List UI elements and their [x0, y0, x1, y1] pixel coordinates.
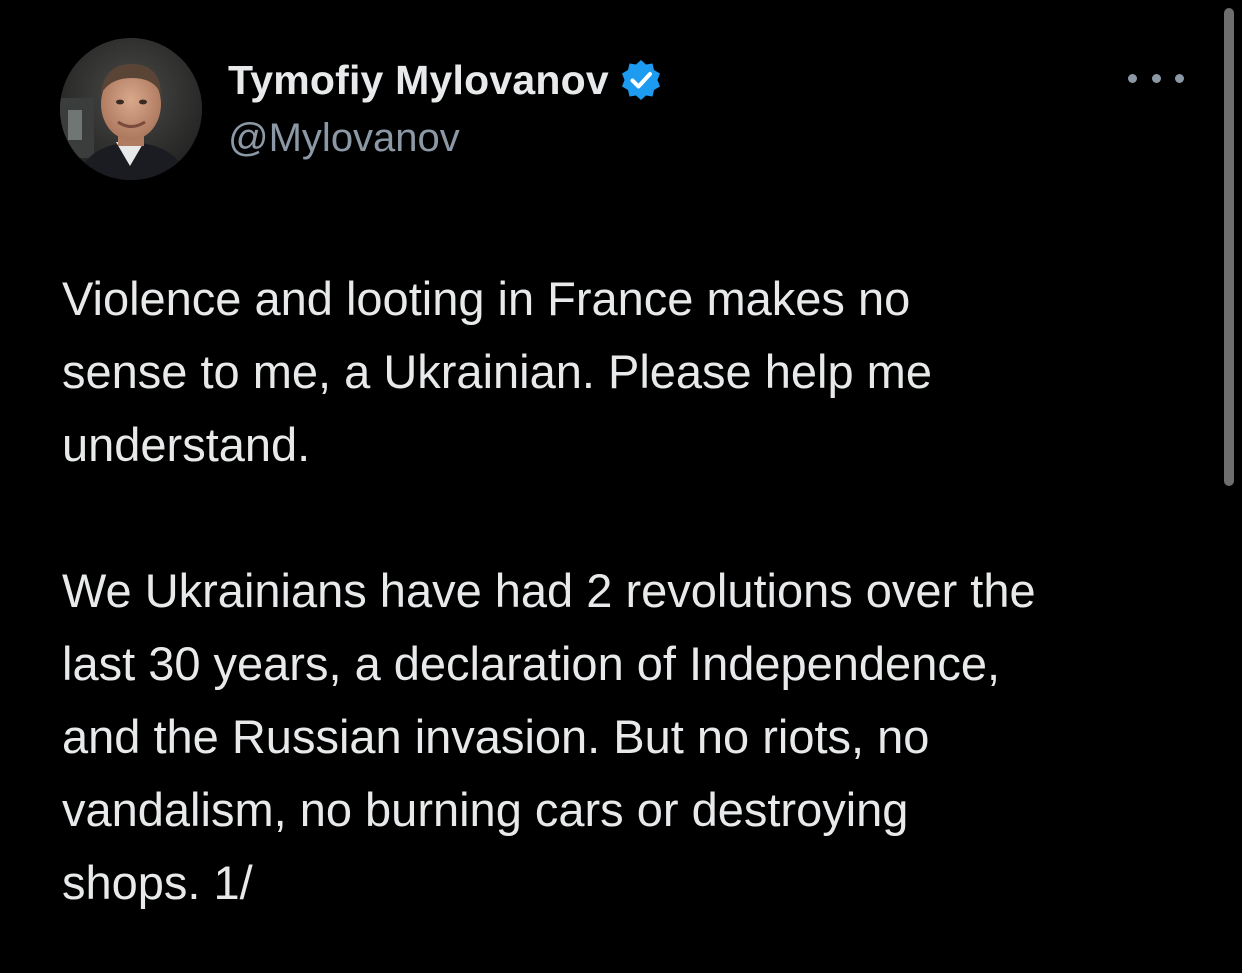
more-dot — [1175, 73, 1184, 83]
author-handle[interactable]: @Mylovanov — [228, 116, 460, 161]
tweet-line: vandalism, no burning cars or destroying — [62, 783, 909, 836]
more-dot — [1151, 73, 1161, 83]
tweet-card: Tymofiy Mylovanov @Mylovanov Violence an… — [0, 0, 1242, 973]
profile-photo-icon — [60, 38, 202, 180]
tweet-line: shops. 1/ — [62, 856, 253, 909]
tweet-line: and the Russian invasion. But no riots, … — [62, 710, 930, 763]
tweet-text: Violence and looting in France makes no … — [62, 262, 1212, 919]
more-options-icon[interactable] — [1128, 60, 1184, 96]
author-name-row[interactable]: Tymofiy Mylovanov — [228, 52, 663, 108]
tweet-line: understand. — [62, 418, 311, 471]
more-dot — [1128, 73, 1137, 83]
author-avatar[interactable] — [60, 38, 202, 180]
tweet-line: We Ukrainians have had 2 revolutions ove… — [62, 564, 1036, 617]
author-display-name[interactable]: Tymofiy Mylovanov — [228, 57, 609, 104]
scrollbar-thumb[interactable] — [1224, 8, 1234, 486]
tweet-line: sense to me, a Ukrainian. Please help me — [62, 345, 932, 398]
verified-badge-icon — [619, 58, 663, 102]
tweet-line: Violence and looting in France makes no — [62, 272, 911, 325]
tweet-line: last 30 years, a declaration of Independ… — [62, 637, 1001, 690]
